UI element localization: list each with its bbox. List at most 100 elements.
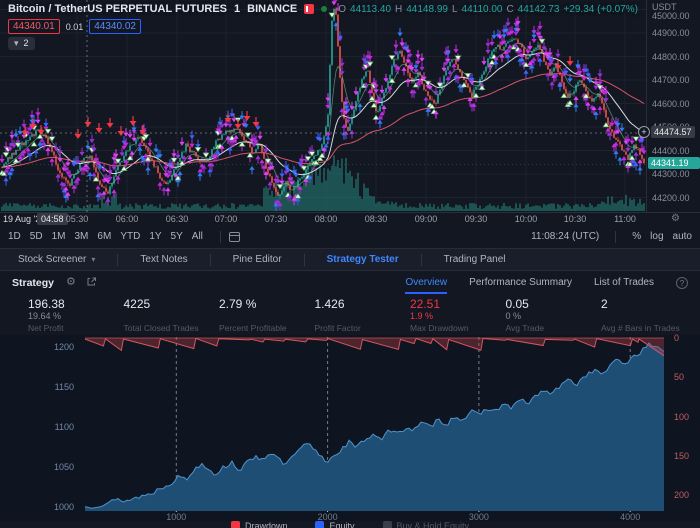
tab-pine-editor[interactable]: Pine Editor — [219, 254, 296, 265]
equity-axis-label: 1050 — [44, 463, 74, 472]
stat-subvalue: 1.9 % — [410, 311, 506, 322]
candles-style-icon — [304, 4, 314, 14]
crosshair-time-tag: 04:58 — [37, 213, 68, 225]
range-6m-button[interactable]: 6M — [97, 231, 111, 242]
tab-overview[interactable]: Overview — [405, 272, 447, 293]
svg-text:3000: 3000 — [469, 512, 489, 521]
legend-swatch — [231, 521, 240, 528]
time-axis-label: 08:00 — [315, 214, 338, 224]
price-axis[interactable]: USDT45000.0044900.0044800.0044700.004460… — [646, 0, 700, 212]
stat-subvalue: 19.64 % — [28, 311, 124, 322]
strategy-settings-gear-icon[interactable]: ⚙ — [66, 277, 76, 288]
tab-text-notes[interactable]: Text Notes — [126, 254, 201, 265]
equity-axis-label: 1200 — [44, 343, 74, 352]
axis-settings-gear-icon[interactable]: ⚙ — [671, 213, 680, 224]
tab-performance-summary[interactable]: Performance Summary — [469, 272, 572, 293]
time-axis-label: 08:30 — [365, 214, 388, 224]
stat-label: Net Profit — [28, 323, 124, 333]
range-1y-button[interactable]: 1Y — [149, 231, 161, 242]
tab-trading-panel[interactable]: Trading Panel — [430, 254, 520, 265]
svg-text:4000: 4000 — [620, 512, 640, 521]
close-label: C — [507, 4, 514, 15]
legend-item-drawdown[interactable]: Drawdown — [231, 521, 288, 528]
drawdown-axis-label: 0 — [674, 334, 679, 343]
price-axis-label: 44600.00 — [652, 99, 690, 109]
equity-curve-pane[interactable]: 1000200030004000 12001150110010501000 05… — [0, 335, 700, 521]
legend-item-equity[interactable]: Equity — [315, 521, 354, 528]
range-1m-button[interactable]: 1M — [52, 231, 66, 242]
equity-legend: Drawdown Equity Buy & Hold Equity — [0, 521, 700, 528]
time-axis[interactable]: 19 Aug '21 04:58 05:3006:0006:3007:0007:… — [0, 212, 700, 225]
stat-label: Percent Profitable — [219, 323, 315, 333]
strategy-share-icon[interactable] — [86, 276, 97, 290]
interval-label[interactable]: 1 — [234, 3, 240, 15]
legend-label: Drawdown — [245, 521, 288, 528]
tab-stock-screener[interactable]: Stock Screener ▾ — [4, 254, 109, 265]
go-to-date-calendar-icon[interactable] — [229, 232, 240, 242]
price-chart-pane[interactable]: Bitcoin / TetherUS PERPETUAL FUTURES 1 B… — [0, 0, 700, 212]
strategy-title[interactable]: Strategy — [12, 277, 54, 289]
tab-list-of-trades[interactable]: List of Trades — [594, 272, 654, 293]
tab-label: Trading Panel — [444, 254, 506, 265]
stat-label: Max Drawdown — [410, 323, 506, 333]
divider — [304, 254, 305, 266]
ohlc-readout: O44113.40 H44148.99 L44110.00 C44142.73 … — [338, 4, 638, 15]
price-axis-label: 44400.00 — [652, 146, 690, 156]
exchange-label[interactable]: BINANCE — [247, 3, 297, 15]
help-icon[interactable]: ? — [676, 277, 688, 289]
scale-log-button[interactable]: log — [650, 231, 663, 242]
crosshair-price-value: 44474.57 — [651, 126, 695, 138]
add-alert-plus-icon[interactable]: + — [638, 126, 650, 138]
indicators-collapse-button[interactable]: ▾ 2 — [8, 37, 35, 50]
tab-label: Stock Screener — [18, 254, 86, 265]
time-axis-label: 09:00 — [415, 214, 438, 224]
price-axis-label: 44900.00 — [652, 28, 690, 38]
stat-block: 2Avg # Bars in Trades — [601, 294, 697, 335]
symbol-title[interactable]: Bitcoin / TetherUS PERPETUAL FUTURES — [8, 3, 227, 15]
buy-price-button[interactable]: 44340.02 — [89, 19, 141, 34]
price-axis-label: 44700.00 — [652, 75, 690, 85]
legend-item-buy-hold-equity[interactable]: Buy & Hold Equity — [383, 521, 470, 528]
range-all-button[interactable]: All — [192, 231, 203, 242]
divider — [615, 231, 616, 243]
time-axis-label: 07:00 — [215, 214, 238, 224]
price-axis-label: 45000.00 — [652, 11, 690, 21]
scale-percent-button[interactable]: % — [632, 231, 641, 242]
stat-subvalue: 0 % — [506, 311, 602, 322]
range-ytd-button[interactable]: YTD — [120, 231, 140, 242]
market-status-icon — [321, 6, 327, 12]
stat-subvalue — [315, 311, 411, 322]
equity-axis-label: 1150 — [44, 383, 74, 392]
open-value: 44113.40 — [350, 4, 391, 15]
stat-subvalue — [219, 311, 315, 322]
range-1d-button[interactable]: 1D — [8, 231, 21, 242]
equity-axis-label: 1000 — [44, 503, 74, 512]
stat-subvalue — [124, 311, 220, 322]
drawdown-axis-label: 100 — [674, 413, 689, 422]
equity-axis-label: 1100 — [44, 423, 74, 432]
last-price-tag: 44341.19 — [648, 157, 700, 169]
sell-price-button[interactable]: 44340.01 — [8, 19, 60, 34]
clock-utc[interactable]: 11:08:24 (UTC) — [531, 231, 599, 242]
range-5d-button[interactable]: 5D — [30, 231, 43, 242]
stat-label: Avg Trade — [506, 323, 602, 333]
high-value: 44148.99 — [406, 4, 448, 15]
drawdown-axis-label: 200 — [674, 491, 689, 500]
range-toolbar: 1D 5D 1M 3M 6M YTD 1Y 5Y All 11:08:24 (UTC) % log… — [0, 225, 700, 248]
legend-label: Equity — [329, 521, 354, 528]
time-axis-label: 10:30 — [564, 214, 587, 224]
price-axis-label: 44200.00 — [652, 193, 690, 203]
stat-value: 2.79 % — [219, 297, 315, 311]
indicator-count: 2 — [24, 38, 29, 49]
stat-block: 196.3819.64 %Net Profit — [28, 294, 124, 335]
tab-label: Strategy Tester — [327, 254, 399, 265]
bottom-panel-tabs: Stock Screener ▾ Text Notes Pine Editor Stra… — [0, 248, 700, 271]
chevron-down-icon: ▾ — [91, 255, 95, 264]
tab-strategy-tester[interactable]: Strategy Tester — [313, 254, 413, 265]
time-axis-label: 07:30 — [265, 214, 288, 224]
range-5y-button[interactable]: 5Y — [171, 231, 183, 242]
equity-chart-canvas[interactable]: 1000200030004000 — [0, 335, 700, 521]
scale-auto-button[interactable]: auto — [673, 231, 692, 242]
legend-swatch — [383, 521, 392, 528]
range-3m-button[interactable]: 3M — [75, 231, 89, 242]
